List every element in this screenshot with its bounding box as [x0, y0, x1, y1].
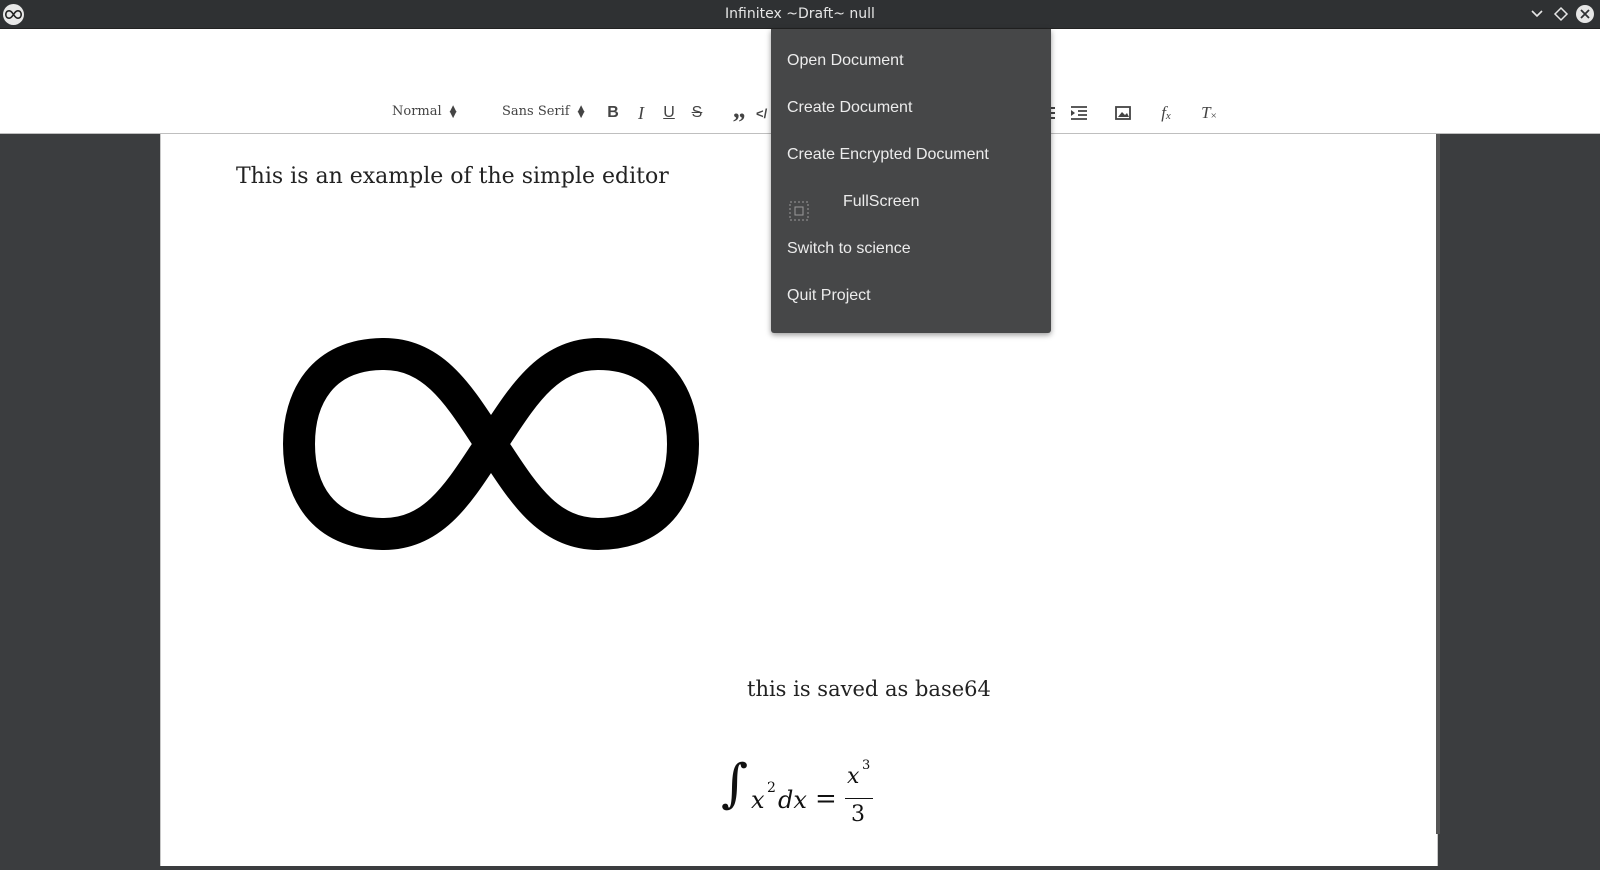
menu-item-label: Open Document	[787, 52, 904, 69]
menu-item-open-document[interactable]: Open Document	[771, 37, 1051, 85]
formula-equals: =	[815, 784, 837, 814]
header-select[interactable]: Normal ▲ ▼	[392, 102, 457, 122]
image-caption: this is saved as base64	[747, 677, 991, 701]
menu-item-create-document[interactable]: Create Document	[771, 84, 1051, 132]
menu-item-label: Create Encrypted Document	[787, 146, 989, 163]
select-arrows-icon: ▲ ▼	[449, 103, 457, 120]
italic-icon[interactable]: I	[629, 101, 653, 125]
maximize-icon[interactable]	[1552, 5, 1570, 23]
fullscreen-icon	[789, 193, 809, 221]
font-select-value: Sans Serif	[502, 104, 570, 119]
menu-item-switch-to-science[interactable]: Switch to science	[771, 225, 1051, 273]
underline-icon[interactable]: U	[657, 101, 681, 125]
minimize-icon[interactable]	[1528, 5, 1546, 23]
integral-sign: ∫	[721, 754, 749, 814]
select-arrows-icon: ▲ ▼	[577, 103, 585, 120]
menu-item-create-encrypted-document[interactable]: Create Encrypted Document	[771, 131, 1051, 179]
clear-format-icon[interactable]: T ×	[1197, 101, 1221, 125]
infinity-image	[261, 304, 721, 568]
app-menu-dropdown: Open Document Create Document Create Enc…	[771, 29, 1051, 333]
formula-icon[interactable]: fx	[1154, 101, 1178, 125]
formula-exponent-3: 3	[862, 758, 871, 773]
code-icon[interactable]: </	[756, 101, 770, 125]
window-titlebar: Infinitex ~Draft~ null	[0, 0, 1600, 29]
strike-icon[interactable]: S	[685, 101, 709, 125]
formula-denominator: 3	[851, 802, 865, 827]
menu-item-label: Create Document	[787, 99, 913, 116]
window-title: Infinitex ~Draft~ null	[725, 6, 875, 22]
font-select[interactable]: Sans Serif ▲ ▼	[502, 102, 585, 122]
bold-icon[interactable]: B	[601, 101, 625, 125]
close-icon[interactable]	[1576, 5, 1594, 23]
indent-icon[interactable]	[1067, 101, 1091, 125]
menu-item-fullscreen[interactable]: FullScreen	[771, 178, 1051, 226]
blockquote-icon[interactable]: ”	[727, 101, 751, 137]
formula-numerator-x: x	[847, 764, 860, 789]
image-icon[interactable]	[1111, 101, 1135, 125]
menu-item-label: Switch to science	[787, 240, 911, 257]
formula-dx: dx	[778, 786, 807, 814]
formula-base-x: x	[751, 786, 765, 814]
menu-item-quit-project[interactable]: Quit Project	[771, 272, 1051, 320]
menu-item-label: Quit Project	[787, 287, 871, 304]
document-heading: This is an example of the simple editor	[236, 164, 669, 189]
document-scrollbar[interactable]	[1436, 134, 1440, 834]
header-select-value: Normal	[392, 104, 442, 119]
formula-exponent-2: 2	[767, 780, 776, 796]
menu-item-label: FullScreen	[843, 193, 920, 210]
fraction-bar	[845, 798, 873, 799]
